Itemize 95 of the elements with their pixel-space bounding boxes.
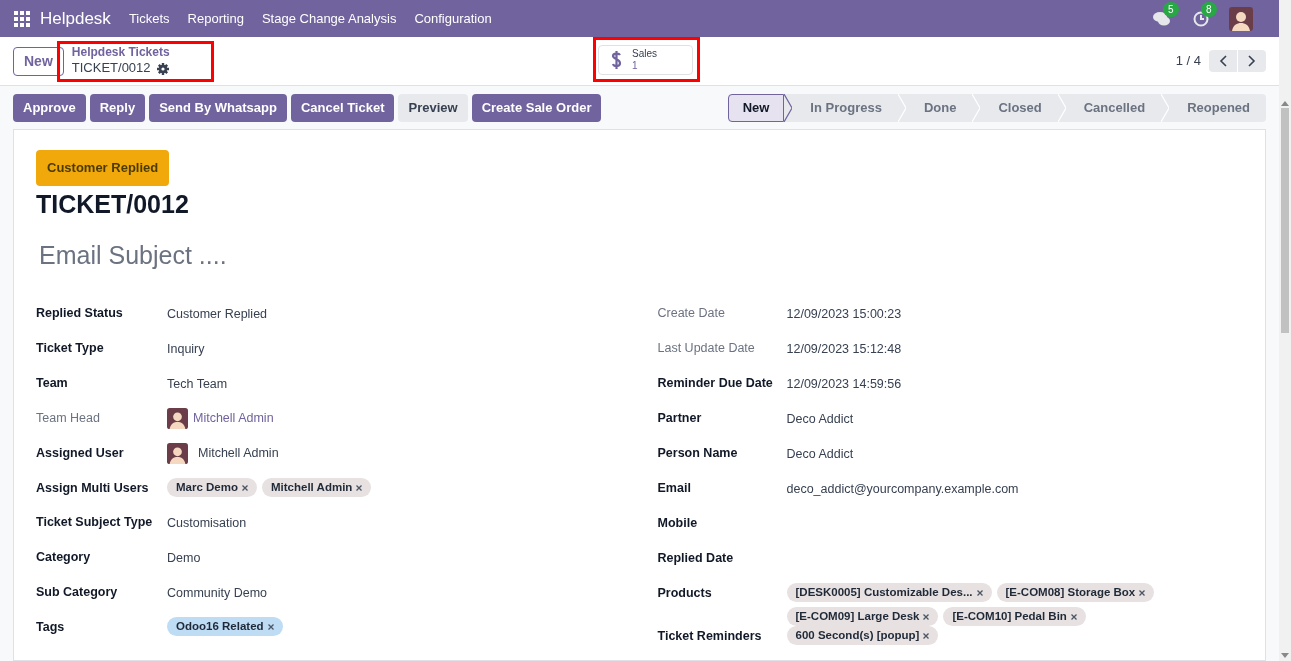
tag: [E-COM08] Storage Box xyxy=(996,583,1155,602)
ticket-title: TICKET/0012 xyxy=(36,188,190,219)
notification-badge: 5 xyxy=(1163,1,1179,17)
app-name[interactable]: Helpdesk xyxy=(40,5,111,32)
status-badge: Customer Replied xyxy=(36,150,170,186)
field-value: Deco Addict xyxy=(786,446,854,463)
remove-tag-icon[interactable] xyxy=(923,613,930,620)
action-button[interactable]: Preview xyxy=(398,94,468,123)
field-value: Customer Replied xyxy=(167,306,268,323)
remove-tag-icon[interactable] xyxy=(1070,613,1077,620)
action-button[interactable]: Approve xyxy=(13,94,86,123)
field-value: Deco Addict xyxy=(786,411,854,428)
scroll-down-icon[interactable] xyxy=(1281,653,1289,659)
field-label: Assigned User xyxy=(36,445,125,462)
stage-divider xyxy=(972,94,981,123)
scrollbar-thumb[interactable] xyxy=(1281,108,1289,333)
stage-tab[interactable]: In Progress xyxy=(792,94,898,123)
previous-button[interactable] xyxy=(1209,50,1237,73)
user-avatar xyxy=(167,443,188,464)
stage-divider xyxy=(784,94,793,123)
field-label: Replied Status xyxy=(36,305,124,322)
menu-item[interactable]: Stage Change Analysis xyxy=(252,8,406,29)
chevron-left-icon xyxy=(1219,55,1227,68)
tag: Mitchell Admin xyxy=(262,478,372,497)
field-label: Team Head xyxy=(36,410,101,427)
field-label: Tags xyxy=(36,619,66,636)
tag: [DESK0005] Customizable Des... xyxy=(786,583,992,602)
field-label: Person Name xyxy=(657,445,739,462)
settings-icon[interactable] xyxy=(156,62,169,75)
dollar-icon xyxy=(611,50,622,70)
action-button[interactable]: Reply xyxy=(89,94,146,123)
tag: [E-COM10] Pedal Bin xyxy=(943,607,1086,626)
field-value: 12/09/2023 15:00:23 xyxy=(786,306,902,323)
field-label: Create Date xyxy=(657,305,726,322)
field-value: Tech Team xyxy=(167,376,228,393)
field-value: 12/09/2023 15:12:48 xyxy=(786,341,902,358)
sales-smart-button[interactable]: Sales 1 xyxy=(598,45,693,75)
field-label: Reminder Due Date xyxy=(657,375,774,392)
tag: [E-COM09] Large Desk xyxy=(786,607,939,626)
action-button[interactable]: Send By Whatsapp xyxy=(149,94,287,123)
breadcrumb-link[interactable]: Helpdesk Tickets xyxy=(71,45,170,61)
chevron-right-icon xyxy=(1248,55,1256,68)
next-button[interactable] xyxy=(1238,50,1266,73)
field-label: Ticket Reminders xyxy=(657,628,763,645)
pager-value: 1 / 4 xyxy=(1175,52,1201,71)
remove-tag-icon[interactable] xyxy=(267,623,274,630)
field-value: deco_addict@yourcompany.example.com xyxy=(786,481,1019,498)
field-label: Team xyxy=(36,375,69,392)
field-value: Demo xyxy=(167,550,201,567)
remove-tag-icon[interactable] xyxy=(1139,589,1146,596)
menu-item[interactable]: Reporting xyxy=(178,8,253,29)
user-link[interactable]: Mitchell Admin xyxy=(193,409,274,428)
remove-tag-icon[interactable] xyxy=(356,484,363,491)
subject-field[interactable]: Email Subject .... xyxy=(39,236,599,274)
field-label: Partner xyxy=(657,410,703,427)
stage-divider xyxy=(1057,94,1066,123)
remove-tag-icon[interactable] xyxy=(242,484,248,491)
field-label: Last Update Date xyxy=(657,340,756,357)
stage-tab[interactable]: New xyxy=(727,94,785,123)
user-avatar xyxy=(167,408,188,429)
tag: Odoo16 Related xyxy=(167,617,283,636)
field-label: Category xyxy=(36,549,92,566)
field-value: 12/09/2023 14:59:56 xyxy=(786,376,902,393)
stage-tab[interactable]: Closed xyxy=(980,94,1058,123)
tag: Marc Demo xyxy=(167,478,257,497)
stage-divider xyxy=(1161,94,1170,123)
field-label: Ticket Subject Type xyxy=(36,514,154,531)
action-button[interactable]: Create Sale Order xyxy=(471,94,602,123)
scroll-up-icon[interactable] xyxy=(1281,100,1289,106)
notification-badge: 8 xyxy=(1201,1,1217,17)
field-value: Mitchell Admin xyxy=(198,445,279,463)
remove-tag-icon[interactable] xyxy=(976,589,983,596)
remove-tag-icon[interactable] xyxy=(923,632,930,639)
menu-item[interactable]: Configuration xyxy=(405,8,501,29)
field-label: Products xyxy=(657,585,713,602)
field-label: Replied Date xyxy=(657,550,735,567)
field-value: Community Demo xyxy=(167,585,268,602)
field-label: Sub Category xyxy=(36,584,119,601)
field-label: Assign Multi Users xyxy=(36,480,150,497)
record-name: TICKET/0012 xyxy=(71,60,151,77)
field-label: Ticket Type xyxy=(36,340,105,357)
apps-menu-icon[interactable] xyxy=(14,10,30,27)
stage-tab[interactable]: Cancelled xyxy=(1065,94,1162,123)
new-button[interactable]: New xyxy=(13,46,64,76)
field-label: Mobile xyxy=(657,515,699,532)
stage-divider xyxy=(897,94,906,123)
menu-item[interactable]: Tickets xyxy=(119,8,179,29)
field-value: Customisation xyxy=(167,515,247,532)
tag: 600 Second(s) [popup] xyxy=(786,626,939,645)
field-label: Email xyxy=(657,480,692,497)
field-value: Inquiry xyxy=(167,341,205,358)
stage-tab[interactable]: Reopened xyxy=(1169,94,1266,123)
user-avatar[interactable] xyxy=(1229,6,1253,31)
stage-tab[interactable]: Done xyxy=(905,94,973,123)
action-button[interactable]: Cancel Ticket xyxy=(290,94,395,123)
